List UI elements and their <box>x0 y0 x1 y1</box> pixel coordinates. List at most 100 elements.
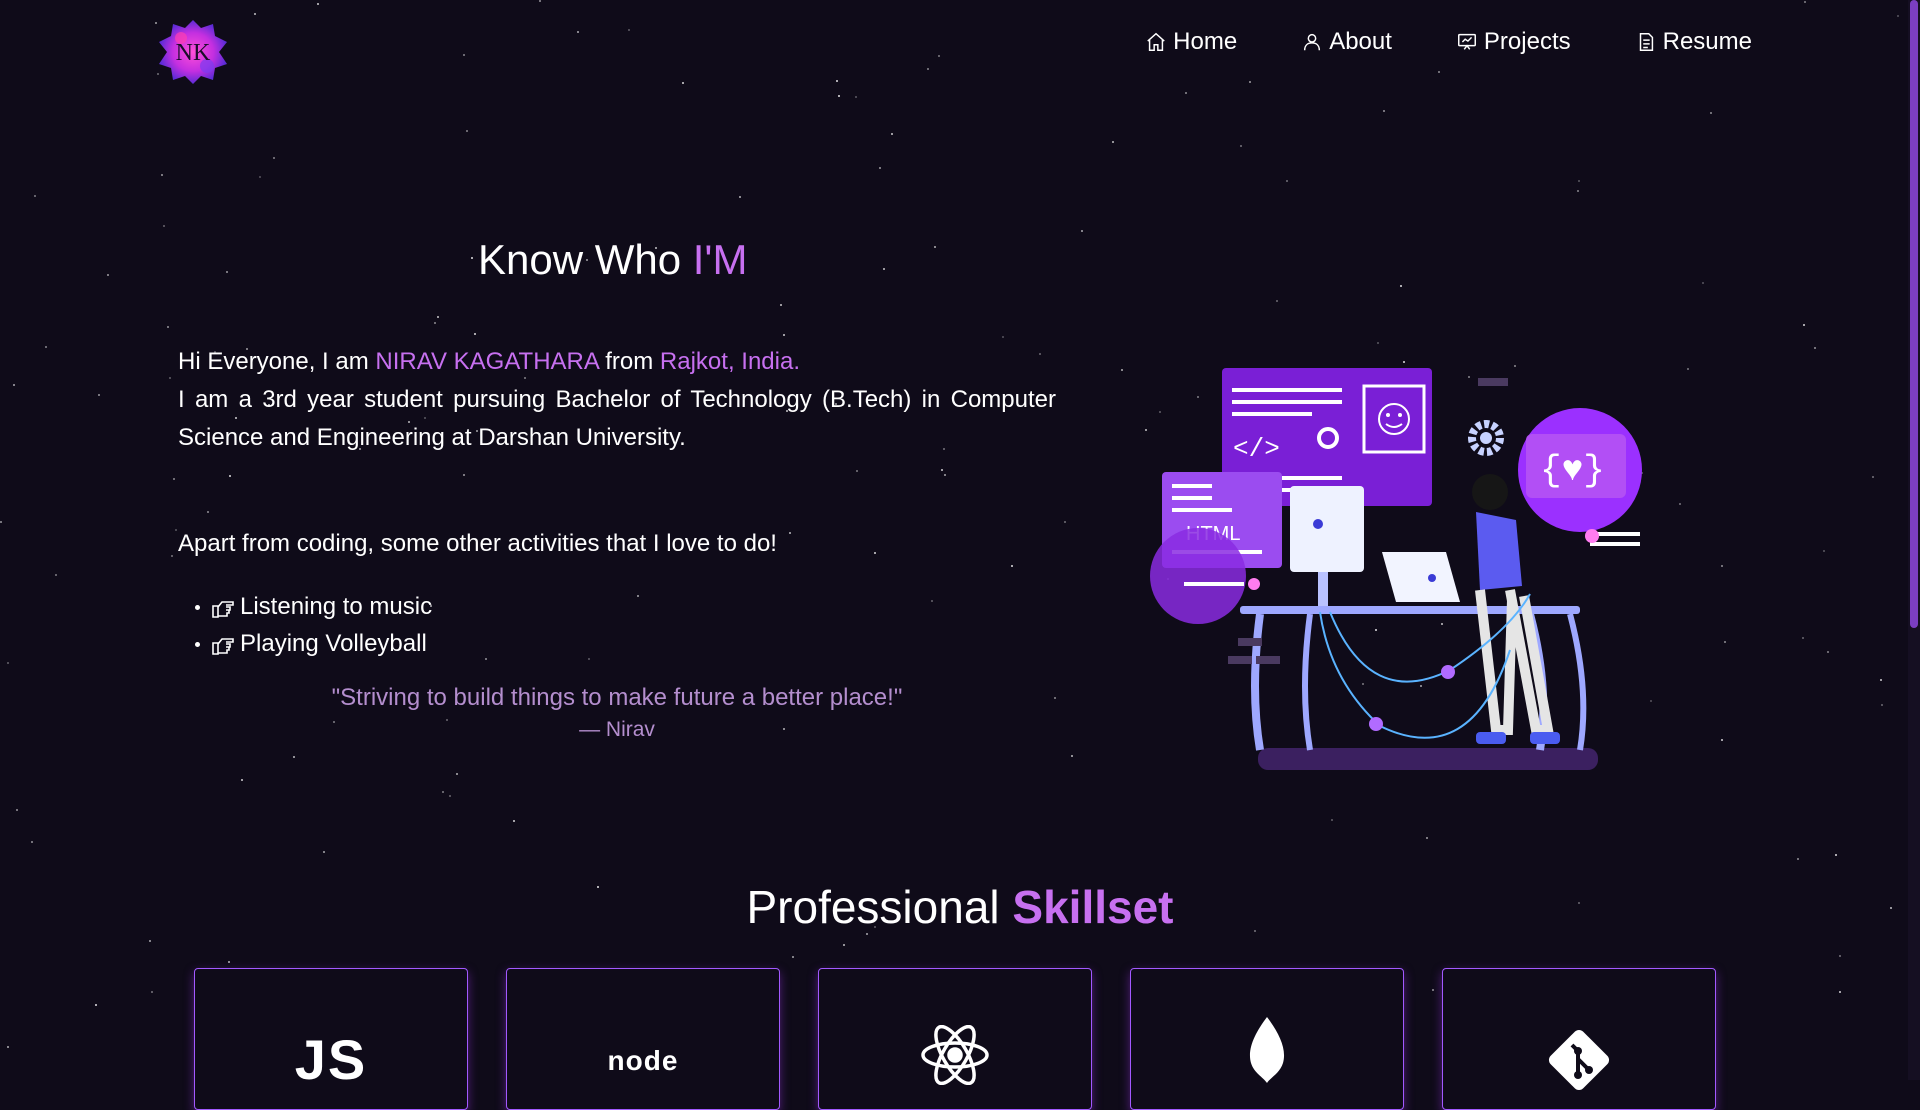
home-icon <box>1147 32 1165 51</box>
star-dot <box>874 552 876 554</box>
star-dot <box>513 820 515 822</box>
star-dot <box>891 133 893 135</box>
presentation-icon <box>1457 33 1476 50</box>
star-dot <box>95 1004 97 1006</box>
nav-about-label: About <box>1329 28 1392 55</box>
star-dot <box>1679 503 1681 505</box>
star-dot <box>792 956 794 958</box>
star-dot <box>449 795 451 797</box>
logo[interactable]: NK <box>157 18 229 86</box>
star-dot <box>739 196 741 198</box>
author-name: NIRAV KAGATHARA <box>375 348 599 375</box>
star-dot <box>1240 145 1242 147</box>
nav-home[interactable]: Home <box>1145 28 1237 56</box>
star-dot <box>1872 476 1874 478</box>
star-dot <box>1002 336 1004 338</box>
navbar: NK Home About Projects Resume <box>0 0 1920 100</box>
author-location: Rajkot, India. <box>659 348 800 375</box>
star-dot <box>1802 637 1804 639</box>
star-dot <box>1383 110 1385 112</box>
star-dot <box>163 225 165 227</box>
star-dot <box>1839 991 1841 993</box>
quote-author: — Nirav <box>579 718 655 741</box>
star-dot <box>1687 368 1689 370</box>
svg-text:</>: </> <box>1233 434 1280 464</box>
star-dot <box>931 600 933 602</box>
star-dot <box>16 809 18 811</box>
nav-resume[interactable]: Resume <box>1635 28 1752 56</box>
star-dot <box>1276 300 1278 302</box>
star-dot <box>1814 347 1816 349</box>
skill-card-git[interactable] <box>1442 968 1716 1110</box>
scrollbar-thumb[interactable] <box>1910 0 1918 628</box>
nav-projects[interactable]: Projects <box>1456 28 1571 56</box>
skill-card-react[interactable] <box>818 968 1092 1110</box>
star-dot <box>1797 858 1799 860</box>
star-dot <box>31 841 33 843</box>
star-dot <box>434 322 436 324</box>
star-dot <box>1071 755 1073 757</box>
activities-title: Apart from coding, some other activities… <box>178 530 777 557</box>
star-dot <box>637 595 639 597</box>
star-dot <box>1803 324 1805 326</box>
star-dot <box>471 257 473 259</box>
star-dot <box>229 475 231 477</box>
star-dot <box>474 333 476 335</box>
star-dot <box>241 779 243 781</box>
hand-pointing-icon <box>212 637 234 655</box>
nodejs-icon: node <box>607 1045 679 1076</box>
star-dot <box>1839 955 1841 957</box>
star-dot <box>175 529 177 531</box>
star-dot <box>55 574 57 576</box>
star-dot <box>456 773 458 775</box>
nav-links: Home About Projects Resume <box>1145 28 1752 56</box>
star-dot <box>1064 521 1066 523</box>
star-dot <box>1426 837 1428 839</box>
skills-title: Professional Skillset <box>0 880 1920 934</box>
quote-text: "Striving to build things to make future… <box>331 684 903 711</box>
star-dot <box>1145 429 1147 431</box>
star-dot <box>1377 342 1379 344</box>
intro-paragraph: Hi Everyone, I am NIRAV KAGATHARA from R… <box>178 343 1056 457</box>
star-dot <box>173 478 175 480</box>
star-dot <box>463 474 465 476</box>
intro-from: from <box>598 348 660 375</box>
document-icon <box>1639 33 1653 51</box>
skill-card-mongodb[interactable] <box>1130 968 1404 1110</box>
star-dot <box>442 791 444 793</box>
star-dot <box>1880 679 1882 681</box>
star-dot <box>1081 230 1083 232</box>
star-dot <box>934 246 936 248</box>
star-dot <box>1121 369 1123 371</box>
about-title: Know Who I'M <box>478 236 747 284</box>
about-title-prefix: Know Who <box>478 236 693 283</box>
star-dot <box>1432 989 1434 991</box>
nav-projects-label: Projects <box>1483 28 1571 55</box>
star-dot <box>34 195 36 197</box>
star-dot <box>789 532 791 534</box>
nav-about[interactable]: About <box>1301 28 1392 56</box>
hand-pointing-icon <box>212 600 234 618</box>
star-dot <box>1702 282 1704 284</box>
developer-illustration: </> HTML {♥} <box>1150 368 1642 770</box>
star-dot <box>1011 565 1013 567</box>
star-dot <box>466 130 468 132</box>
skill-card-nodejs[interactable]: node <box>506 968 780 1110</box>
nav-home-label: Home <box>1173 28 1238 55</box>
star-dot <box>1827 651 1829 653</box>
git-icon <box>1548 1029 1610 1091</box>
activity-item: Listening to music <box>194 588 432 625</box>
skill-card-javascript[interactable]: JS <box>194 968 468 1110</box>
scrollbar-track[interactable] <box>1908 0 1920 1080</box>
javascript-icon: JS <box>294 1028 368 1091</box>
quote-block: "Striving to build things to make future… <box>178 684 1056 742</box>
mongodb-icon <box>1249 1017 1285 1083</box>
react-icon <box>921 1025 989 1085</box>
skills-title-prefix: Professional <box>746 881 1013 933</box>
star-dot <box>843 944 845 946</box>
star-dot <box>169 377 171 379</box>
star-dot <box>1710 112 1712 114</box>
star-dot <box>293 756 295 758</box>
star-dot <box>879 167 881 169</box>
star-dot <box>1724 641 1726 643</box>
